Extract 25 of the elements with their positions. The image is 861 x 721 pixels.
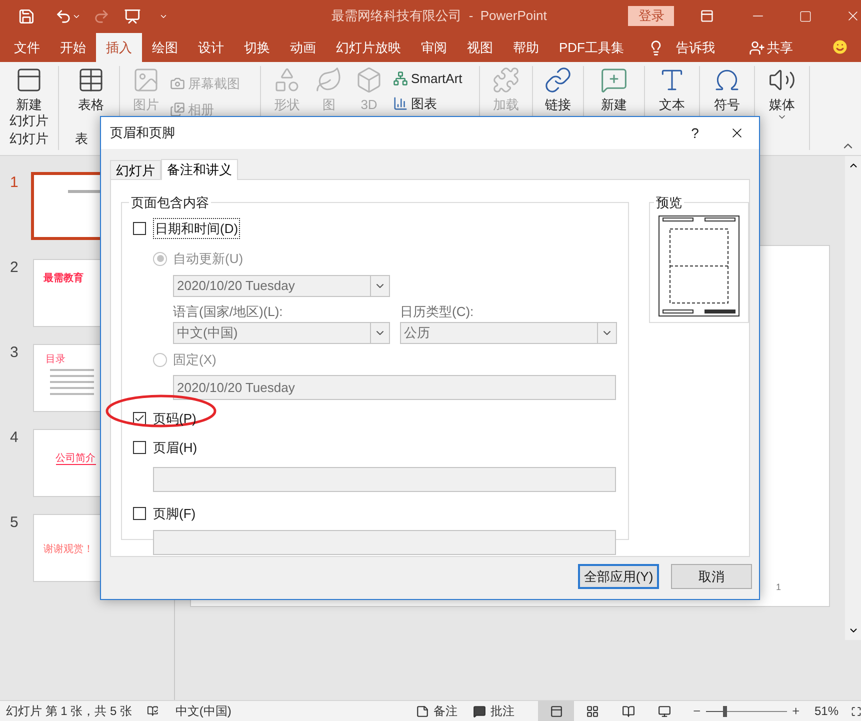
slide-number: 2 (9, 258, 20, 278)
slide-title: 最需教育 (44, 274, 84, 284)
checkbox-label: 页脚(F) (153, 504, 196, 523)
slide-info: 幻灯片 第 1 张，共 5 张 (6, 703, 132, 720)
checkbox-label: 日期和时间(D) (153, 218, 240, 239)
radio-label: 自动更新(U) (173, 250, 244, 268)
slide-title: 谢谢观赏！ (44, 545, 94, 555)
checkbox-label: 页码(P) (153, 410, 196, 428)
slide-number: 5 (9, 513, 20, 533)
group-label: 幻灯片 (10, 131, 48, 147)
slide-number: 3 (9, 343, 20, 363)
slide-number: 1 (9, 173, 20, 193)
radio-label: 固定(X) (173, 351, 216, 369)
field-label: 日历类型(C): (400, 304, 474, 318)
checkbox-label: 页眉(H) (153, 439, 198, 457)
slide-title: 目录 (46, 355, 66, 365)
group-label: 表 (75, 131, 88, 147)
page-number: 1 (776, 580, 781, 594)
slide-number: 4 (9, 428, 20, 448)
preview-title: 预览 (655, 194, 683, 212)
dialog-title: 页眉和页脚 (110, 124, 176, 142)
group-title: 页面包含内容 (130, 194, 210, 212)
field-label: 语言(国家/地区)(L): (173, 304, 283, 318)
slide-title: 公司简介 (56, 454, 96, 465)
window-title: 最需网络科技有限公司 - PowerPoint (332, 7, 548, 26)
